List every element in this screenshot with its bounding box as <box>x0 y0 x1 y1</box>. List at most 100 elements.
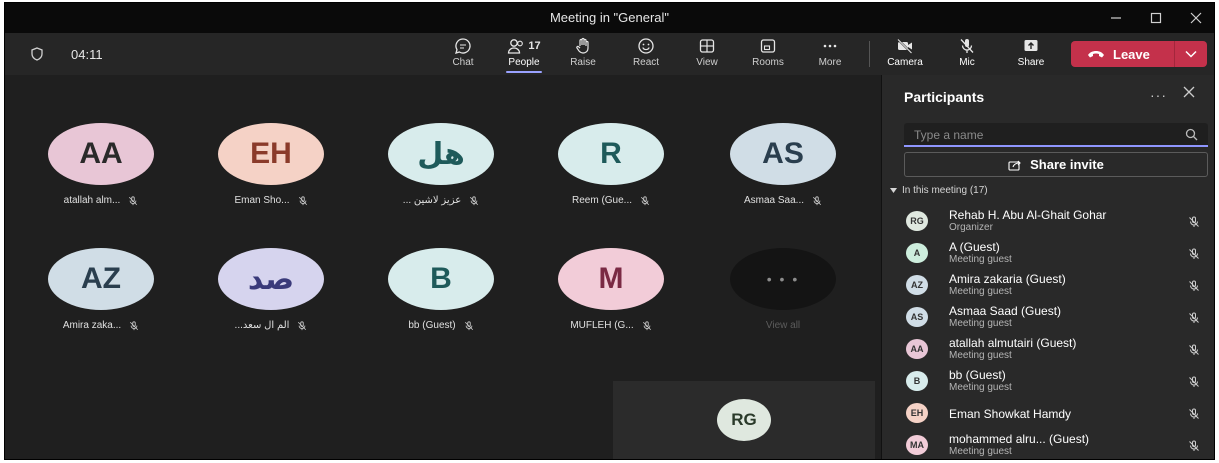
participant-avatar: AS <box>906 307 928 327</box>
leave-main[interactable]: Leave <box>1071 47 1174 62</box>
raise-hand-button[interactable]: Raise <box>561 37 605 71</box>
search-input[interactable] <box>914 126 1164 144</box>
mic-off-icon <box>1189 344 1199 355</box>
mic-off-icon <box>1189 216 1199 227</box>
participant-role: Meeting guest <box>949 318 1012 329</box>
participant-avatar: AZ <box>48 248 154 310</box>
participant-name: Asmaa Saa... <box>743 195 805 206</box>
participant-name: Eman Sho... <box>234 195 290 206</box>
participant-name: mohammed alru... (Guest) <box>949 432 1090 446</box>
participant-avatar: AZ <box>906 275 928 295</box>
mic-button[interactable]: Mic <box>945 37 989 71</box>
participant-row[interactable]: RG Rehab H. Abu Al-Ghait Gohar Organizer <box>882 205 1214 237</box>
mic-off-icon <box>642 320 651 330</box>
mic-off-icon <box>640 195 650 205</box>
self-video-preview[interactable]: RG <box>613 381 875 459</box>
participant-avatar: هل <box>388 123 494 185</box>
leave-options-dropdown[interactable] <box>1175 50 1207 58</box>
panel-title: Participants <box>904 89 985 105</box>
mic-off-icon <box>298 195 307 205</box>
leave-button[interactable]: Leave <box>1071 41 1207 67</box>
share-invite-label: Share invite <box>1030 157 1104 172</box>
participant-row[interactable]: AS Asmaa Saad (Guest) Meeting guest <box>882 301 1214 333</box>
participant-row[interactable]: A A (Guest) Meeting guest <box>882 237 1214 269</box>
participant-avatar: RG <box>906 211 928 231</box>
participant-name: bb (Guest) <box>949 368 1006 382</box>
participant-tile[interactable]: AS Asmaa Saa... <box>713 123 853 206</box>
participant-avatar: صد <box>218 248 324 310</box>
view-all-label: View all <box>765 320 801 331</box>
participant-tile[interactable]: AZ Amira zaka... <box>31 248 171 331</box>
view-all-dots: • • • <box>730 248 836 310</box>
panel-more-button[interactable]: ··· <box>1150 87 1167 103</box>
maximize-icon <box>1150 12 1162 24</box>
participant-avatar: M <box>558 248 664 310</box>
chat-label: Chat <box>452 57 474 68</box>
mic-off-icon <box>1189 408 1199 419</box>
phone-hangup-icon <box>1088 51 1104 58</box>
participant-name: bb (Guest) <box>408 320 456 331</box>
participant-avatar: B <box>906 371 928 391</box>
participant-avatar: EH <box>906 403 928 423</box>
participant-name: ... عزيز لاشين <box>402 195 462 206</box>
mic-off-icon <box>812 195 822 205</box>
participant-row[interactable]: EH Eman Showkat Hamdy <box>882 397 1214 429</box>
participant-row[interactable]: AZ Amira zakaria (Guest) Meeting guest <box>882 269 1214 301</box>
participant-avatar: EH <box>218 123 324 185</box>
participant-name: Rehab H. Abu Al-Ghait Gohar <box>949 208 1107 222</box>
participant-role: Meeting guest <box>949 382 1012 393</box>
close-icon <box>1190 12 1202 24</box>
view-all-tile[interactable]: • • • View all <box>713 248 853 331</box>
participant-tile[interactable]: صد ...الم ال سعد <box>201 248 341 331</box>
share-invite-button[interactable]: Share invite <box>904 152 1208 177</box>
participant-role: Meeting guest <box>949 446 1012 457</box>
shield-icon[interactable] <box>31 47 43 61</box>
participant-tile[interactable]: R Reem (Gue... <box>541 123 681 206</box>
camera-label: Camera <box>887 57 923 68</box>
participant-avatar: R <box>558 123 664 185</box>
camera-button[interactable]: Camera <box>883 37 927 71</box>
participants-panel: Participants ··· Share invite In this me… <box>881 75 1214 459</box>
participant-name: Reem (Gue... <box>571 195 633 206</box>
participant-search[interactable] <box>904 123 1208 147</box>
participant-avatar: AA <box>48 123 154 185</box>
participant-row[interactable]: AA atallah almutairi (Guest) Meeting guest <box>882 333 1214 365</box>
in-meeting-section-header[interactable]: In this meeting (17) <box>890 185 988 196</box>
participant-role: Meeting guest <box>949 254 1012 265</box>
people-icon <box>508 39 524 54</box>
close-window-button[interactable] <box>1176 3 1214 33</box>
more-label: More <box>818 57 842 68</box>
panel-close-button[interactable] <box>1183 85 1195 103</box>
participant-tile[interactable]: EH Eman Sho... <box>201 123 341 206</box>
share-invite-icon <box>1008 160 1021 171</box>
participant-tile[interactable]: AA atallah alm... <box>31 123 171 206</box>
raise-label: Raise <box>570 57 596 68</box>
participant-row[interactable]: Bbb (Guest) Meeting guest <box>882 365 1214 397</box>
rooms-button[interactable]: Rooms <box>746 37 790 71</box>
participant-tile[interactable]: M MUFLEH (G... <box>541 248 681 331</box>
window-title: Meeting in "General" <box>549 10 670 25</box>
chat-button[interactable]: Chat <box>441 37 485 71</box>
mic-off-icon <box>298 320 307 330</box>
mic-label: Mic <box>959 57 975 68</box>
react-button[interactable]: React <box>624 37 668 71</box>
minimize-button[interactable] <box>1096 3 1136 33</box>
camera-off-icon <box>897 38 913 54</box>
participant-name: Amira zakaria (Guest) <box>949 272 1066 286</box>
search-icon <box>1185 128 1198 141</box>
leave-label: Leave <box>1113 46 1150 62</box>
ellipsis-icon <box>823 44 837 48</box>
view-button[interactable]: View <box>685 37 729 71</box>
mic-off-icon <box>1189 280 1199 291</box>
share-button[interactable]: Share <box>1009 37 1053 71</box>
participant-row[interactable]: MA mohammed alru... (Guest) Meeting guest <box>882 429 1214 459</box>
participant-role: Meeting guest <box>949 350 1012 361</box>
chevron-down-icon <box>1185 50 1197 58</box>
maximize-button[interactable] <box>1136 3 1176 33</box>
participant-tile[interactable]: Bbb (Guest) <box>371 248 511 331</box>
people-button[interactable]: 17 People <box>502 37 546 73</box>
participant-name: MUFLEH (G... <box>570 320 634 331</box>
participant-tile[interactable]: هل ... عزيز لاشين <box>371 123 511 206</box>
more-button[interactable]: More <box>808 37 852 71</box>
minimize-icon <box>1111 17 1121 19</box>
